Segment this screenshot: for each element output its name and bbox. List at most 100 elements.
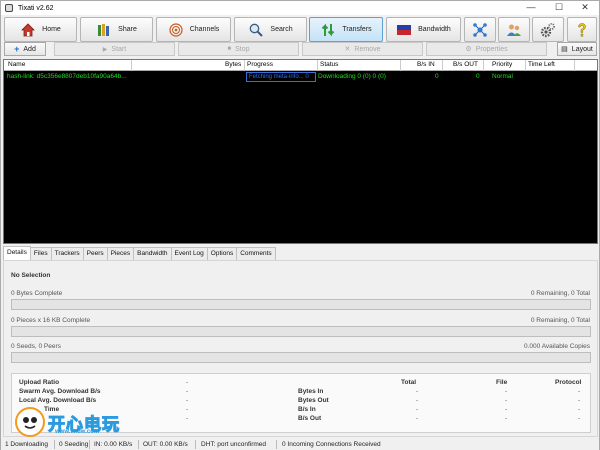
available-copies-label: 0.000 Available Copies <box>523 343 590 350</box>
users-button[interactable] <box>498 17 530 42</box>
action-toolbar: + Add ▶ Start ■ Stop ✕ Remove ⚙ Properti… <box>1 42 599 58</box>
col-separator[interactable] <box>442 60 443 71</box>
bytes-complete-label: 0 Bytes Complete <box>11 290 63 297</box>
status-bar: 1 Downloading 0 Seeding IN: 0.00 KB/s OU… <box>1 439 599 450</box>
bps-in-file: - <box>505 406 508 413</box>
remove-label: Remove <box>354 45 381 53</box>
status-separator <box>276 440 277 449</box>
search-button[interactable]: Search <box>234 17 307 42</box>
transfers-header: Name Bytes Progress Status B/s IN B/s OU… <box>4 60 597 71</box>
tab-trackers[interactable]: Trackers <box>50 247 84 260</box>
pieces-complete-label: 0 Pieces x 16 KB Complete <box>11 317 91 324</box>
help-button[interactable] <box>567 17 597 42</box>
status-separator <box>138 440 139 449</box>
layout-icon: ▤ <box>561 46 568 53</box>
share-label: Share <box>118 26 137 33</box>
col-status[interactable]: Status <box>320 61 338 68</box>
title-bar: Tixati v2.62 — ☐ ✕ <box>1 1 599 15</box>
pieces-progress-bar <box>11 326 591 337</box>
share-icon <box>96 22 112 38</box>
layout-label: Layout <box>571 45 593 53</box>
home-button[interactable]: Home <box>4 17 77 42</box>
transfers-list[interactable]: Name Bytes Progress Status B/s IN B/s OU… <box>3 59 598 244</box>
bps-in-total: - <box>416 406 419 413</box>
row-bps-in: 0 <box>435 73 439 80</box>
row-status: Downloading 0 (0) 0 (0) <box>318 73 386 80</box>
app-window: Tixati v2.62 — ☐ ✕ Home Share Channels S… <box>0 0 600 450</box>
bytes-remaining-label: 0 Remaining, 0 Total <box>530 290 590 297</box>
in-rate: IN: 0.00 KB/s <box>94 441 133 448</box>
settings-button[interactable] <box>532 17 564 42</box>
network-button[interactable] <box>464 17 496 42</box>
tab-bandwidth[interactable]: Bandwidth <box>133 247 172 260</box>
bandwidth-button[interactable]: Bandwidth <box>386 17 461 42</box>
transfers-button[interactable]: Transfers <box>309 17 383 42</box>
help-icon <box>574 22 590 38</box>
main-toolbar: Home Share Channels Search Transfers Ban… <box>1 15 599 44</box>
transfers-label: Transfers <box>342 26 372 33</box>
tab-comments[interactable]: Comments <box>236 247 276 260</box>
minimize-button[interactable]: — <box>517 1 545 15</box>
layout-button[interactable]: ▤ Layout <box>557 42 597 56</box>
add-button[interactable]: + Add <box>4 42 46 56</box>
downloading-count: 1 Downloading <box>5 441 49 448</box>
col-bps-out[interactable]: B/s OUT <box>453 61 478 68</box>
tab-details[interactable]: Details <box>3 246 31 260</box>
col-time-left[interactable]: Time Left <box>528 61 555 68</box>
home-label: Home <box>42 26 61 33</box>
start-label: Start <box>111 45 127 53</box>
col-name[interactable]: Name <box>8 61 25 68</box>
swarm-avg-label: Swarm Avg. Download B/s <box>19 388 101 395</box>
bytes-out-total: - <box>416 397 419 404</box>
start-button[interactable]: ▶ Start <box>54 42 175 56</box>
add-label: Add <box>23 45 36 53</box>
watermark-logo <box>15 407 45 437</box>
col-separator[interactable] <box>400 60 401 71</box>
col-separator[interactable] <box>131 60 132 71</box>
col-separator[interactable] <box>483 60 484 71</box>
tab-files[interactable]: Files <box>29 247 52 260</box>
detail-tabs: Details Files Trackers Peers Pieces Band… <box>3 246 276 260</box>
tab-event-log[interactable]: Event Log <box>170 247 208 260</box>
properties-button[interactable]: ⚙ Properties <box>426 42 547 56</box>
remove-icon: ✕ <box>344 46 351 53</box>
local-avg-value: - <box>186 397 189 404</box>
stop-button[interactable]: ■ Stop <box>178 42 299 56</box>
col-separator[interactable] <box>317 60 318 71</box>
users-icon <box>506 22 522 38</box>
col-progress[interactable]: Progress <box>247 61 273 68</box>
upload-ratio-label: Upload Ratio <box>19 379 60 386</box>
col-protocol-header: Protocol <box>555 379 582 386</box>
status-separator <box>54 440 55 449</box>
stop-label: Stop <box>235 45 250 53</box>
table-row[interactable]: hash-link: d5c356e8807deb10fa90a64b... F… <box>4 72 597 82</box>
status-separator <box>195 440 196 449</box>
col-separator[interactable] <box>244 60 245 71</box>
tab-peers[interactable]: Peers <box>82 247 108 260</box>
out-rate: OUT: 0.00 KB/s <box>143 441 188 448</box>
col-bps-in[interactable]: B/s IN <box>417 61 435 68</box>
col-separator[interactable] <box>574 60 575 71</box>
bytes-in-total: - <box>416 388 419 395</box>
col-priority[interactable]: Priority <box>492 61 512 68</box>
channels-button[interactable]: Channels <box>156 17 231 42</box>
site-watermark: 开心电玩 www.kxdw.com <box>15 405 120 439</box>
status-separator <box>89 440 90 449</box>
bandwidth-icon <box>396 22 412 38</box>
share-button[interactable]: Share <box>80 17 153 42</box>
tab-options[interactable]: Options <box>206 247 238 260</box>
bps-in-protocol: - <box>578 406 581 413</box>
seeding-count: 0 Seeding <box>59 441 89 448</box>
tab-pieces[interactable]: Pieces <box>106 247 135 260</box>
bytes-out-file: - <box>505 397 508 404</box>
home-icon <box>20 22 36 38</box>
close-button[interactable]: ✕ <box>571 1 599 15</box>
maximize-button[interactable]: ☐ <box>545 1 573 15</box>
bps-out-total: - <box>416 415 419 422</box>
plus-icon: + <box>14 44 20 54</box>
selection-label: No Selection <box>11 272 51 279</box>
col-bytes[interactable]: Bytes <box>225 61 241 68</box>
remove-button[interactable]: ✕ Remove <box>302 42 423 56</box>
search-label: Search <box>270 26 293 33</box>
col-separator[interactable] <box>525 60 526 71</box>
